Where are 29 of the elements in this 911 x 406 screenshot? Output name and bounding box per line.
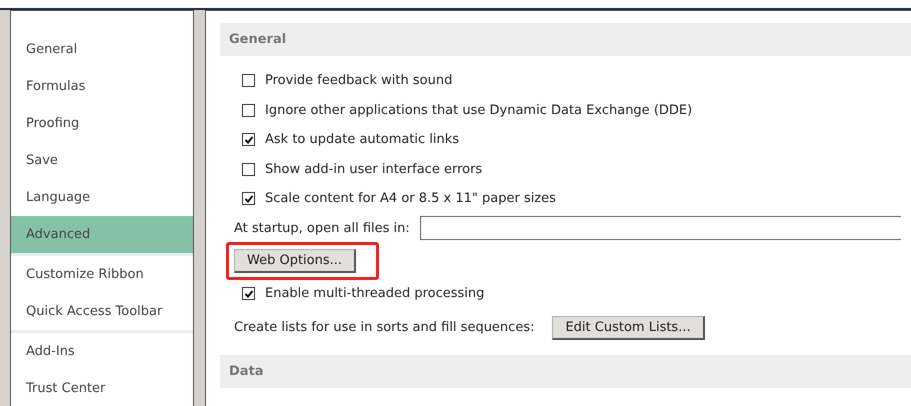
field-label: At startup, open all files in: <box>234 220 410 236</box>
sidebar-item[interactable]: Quick Access Toolbar <box>11 293 193 330</box>
checkbox-label: Provide feedback with sound <box>265 73 452 88</box>
sidebar-item[interactable]: Save <box>11 142 193 179</box>
sidebar-item[interactable]: Proofing <box>11 105 193 142</box>
checkbox-label: Show add-in user interface errors <box>265 162 482 177</box>
section-header: General <box>220 23 911 56</box>
edit-lists-button[interactable]: Edit Custom Lists... <box>552 316 705 340</box>
checkbox-label: Ignore other applications that use Dynamic Data Exchange (DDE) <box>265 102 692 118</box>
checkbox[interactable] <box>242 133 255 146</box>
sidebar-item[interactable]: Trust Center <box>11 370 193 406</box>
web-options-button[interactable]: Web Options... <box>234 249 356 273</box>
checkbox[interactable] <box>242 287 255 300</box>
checkbox[interactable] <box>242 162 255 176</box>
option-label: Create lists for use in sorts and fill sequences: <box>234 320 534 335</box>
sidebar-item[interactable]: Advanced <box>11 216 193 253</box>
checkbox[interactable] <box>242 104 255 117</box>
sidebar-item[interactable]: Formulas <box>11 68 193 105</box>
checkbox[interactable] <box>242 192 255 206</box>
checkbox-label: Ask to update automatic links <box>265 132 460 148</box>
checkbox[interactable] <box>242 74 255 88</box>
checkbox-label: Scale content for A4 or 8.5 x 11" paper sizes <box>265 191 556 206</box>
sidebar-item[interactable]: Language <box>11 179 193 216</box>
sidebar-item[interactable]: Customize Ribbon <box>11 256 193 293</box>
sidebar-item[interactable]: Add-Ins <box>11 333 193 370</box>
section-header: Data <box>220 354 911 388</box>
input-field[interactable] <box>420 216 901 240</box>
sidebar-item[interactable]: General <box>11 31 193 68</box>
checkbox-label: Enable multi-threaded processing <box>265 286 484 302</box>
